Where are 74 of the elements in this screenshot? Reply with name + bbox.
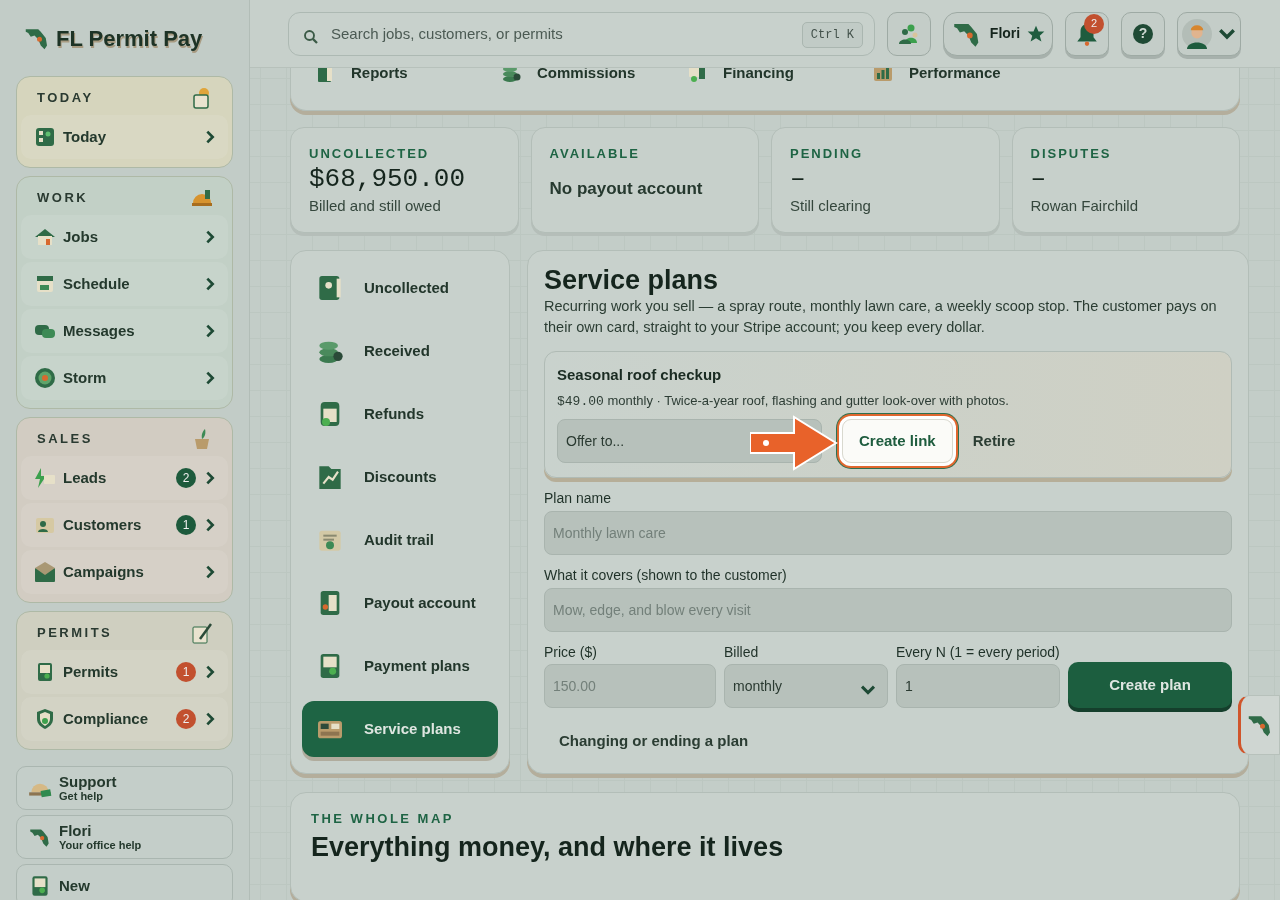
section-nav-item[interactable]: Audit trail — [302, 512, 498, 568]
stat-note: Still clearing — [790, 195, 872, 216]
page-title: Service plans — [544, 265, 720, 297]
nav-link[interactable]: Reports — [313, 68, 499, 84]
section-nav-item[interactable]: Discounts — [302, 449, 498, 505]
section-nav-item[interactable]: Payout account — [302, 575, 498, 631]
stat-value: No payout account — [549, 177, 704, 200]
sidebar-item[interactable]: Leads 2 — [21, 456, 228, 500]
sidebar-link[interactable]: Support Get help — [16, 766, 233, 810]
section-nav-item[interactable]: Received — [302, 323, 498, 379]
count-badge: 2 — [176, 709, 196, 729]
section-nav-item[interactable]: Uncollected — [302, 260, 498, 316]
price-field[interactable]: 150.00 — [544, 664, 716, 709]
sidebar-link[interactable]: Flori Your office help — [16, 815, 233, 859]
stat-label: DISPUTES — [1030, 145, 1113, 163]
section-nav-item[interactable]: Payment plans — [302, 638, 498, 694]
assistant-tab[interactable] — [1238, 695, 1280, 755]
group-title: PERMITS — [37, 624, 113, 643]
stat-value: – — [790, 163, 807, 195]
sidebar-link[interactable]: New — [16, 864, 233, 900]
section-title: Everything money, and where it lives — [311, 830, 785, 863]
bolt-icon — [33, 466, 57, 490]
stat-label: AVAILABLE — [549, 145, 641, 163]
account-menu-button[interactable] — [1177, 11, 1241, 56]
person-icon — [1182, 18, 1212, 49]
checklist-icon — [33, 125, 57, 149]
brand-name: FL Permit Pay — [56, 24, 203, 53]
count-badge: 2 — [176, 468, 196, 488]
section-nav-item[interactable]: Refunds — [302, 386, 498, 442]
retire-link[interactable]: Retire — [972, 429, 1016, 453]
group-title: TODAY — [37, 89, 94, 108]
billing-select[interactable]: monthly — [724, 664, 888, 709]
sidebar-item[interactable]: Campaigns — [21, 550, 228, 594]
pointer-arrow-icon — [750, 415, 838, 472]
sidebar-item[interactable]: Permits 1 — [21, 650, 228, 694]
sidebar-item[interactable]: Jobs — [21, 215, 228, 259]
interval-field[interactable]: 1 — [896, 664, 1060, 709]
notification-badge: 2 — [1084, 13, 1104, 34]
count-badge: 1 — [176, 662, 196, 682]
plan-name-field[interactable]: Monthly lawn care — [544, 510, 1232, 555]
sidebar-item[interactable]: Today — [21, 115, 228, 159]
field-label: Plan name — [544, 490, 612, 507]
field-label: What it covers (shown to the customer) — [544, 566, 788, 584]
group-title: WORK — [37, 189, 89, 208]
sidebar-item[interactable]: Messages — [21, 309, 228, 353]
pen-icon — [190, 621, 214, 645]
help-button[interactable]: ? — [1121, 11, 1165, 56]
sidebar-item[interactable]: Schedule — [21, 262, 228, 306]
stat-note: Billed and still owed — [309, 195, 442, 216]
plan-details: $49.00 monthly · Twice-a-year roof, flashing and gutter look-over with photos. — [557, 391, 1010, 411]
count-badge: 1 — [176, 515, 196, 535]
team-button[interactable] — [887, 11, 931, 56]
sidebar-item[interactable]: Customers 1 — [21, 503, 228, 547]
sidebar-item[interactable]: Storm — [21, 356, 228, 400]
create-plan-button[interactable]: Create plan — [1068, 662, 1232, 709]
stat-note: Rowan Fairchild — [1030, 195, 1140, 216]
field-label: Every N (1 = every period) — [896, 643, 1060, 661]
assistant-button[interactable]: Flori — [943, 11, 1053, 56]
intro-text: Recurring work you sell — a spray route, monthly lawn care, a weekly scoop stop. The customer pays on their own card, straight to your Stripe account; you keep every dollar. — [544, 297, 1218, 338]
group-title: SALES — [37, 430, 93, 449]
field-label: Billed — [724, 643, 760, 661]
notifications-button[interactable]: 2 — [1065, 11, 1109, 56]
stat-label: UNCOLLECTED — [309, 145, 431, 163]
stat-label: PENDING — [790, 145, 865, 163]
stat-value: – — [1030, 163, 1048, 195]
stat-value: $68,950.00 — [309, 163, 467, 195]
plan-name: Seasonal roof checkup — [557, 365, 723, 386]
envelope-icon — [33, 560, 57, 584]
search-icon — [302, 27, 320, 46]
section-eyebrow: THE WHOLE MAP — [311, 810, 455, 828]
description-field[interactable]: Mow, edge, and blow every visit — [544, 587, 1232, 632]
field-label: Price ($) — [544, 643, 598, 661]
sidebar-item[interactable]: Compliance 2 — [21, 697, 228, 741]
help-link[interactable]: Changing or ending a plan — [559, 730, 749, 753]
